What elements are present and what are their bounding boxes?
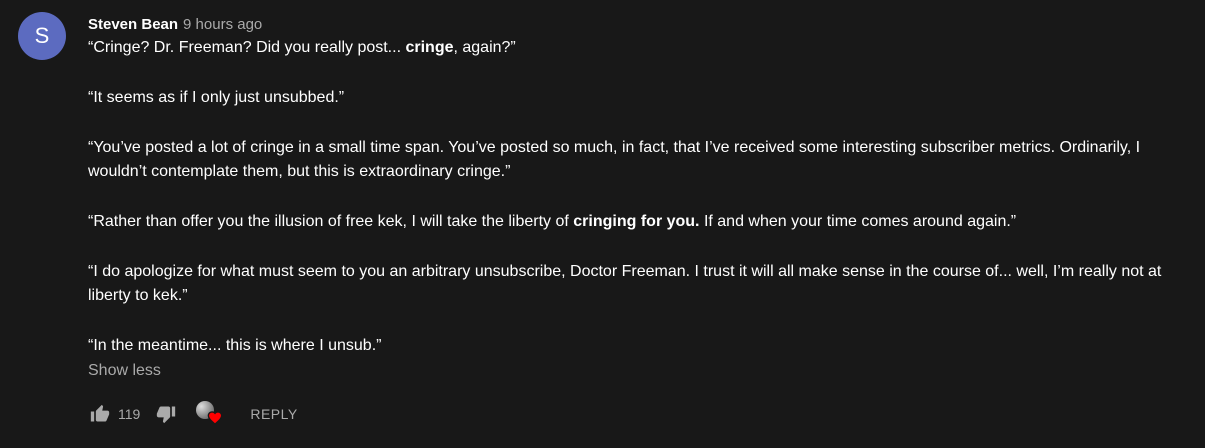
text-run: “Rather than offer you the illusion of f… xyxy=(88,213,574,230)
show-less-button[interactable]: Show less xyxy=(88,360,161,382)
comment-thread: S Steven Bean 9 hours ago “Cringe? Dr. F… xyxy=(18,12,1188,432)
comment-paragraph: “Rather than offer you the illusion of f… xyxy=(88,210,1178,234)
comment-paragraph: “It seems as if I only just unsubbed.” xyxy=(88,86,1178,110)
like-count: 119 xyxy=(118,406,141,422)
like-button[interactable] xyxy=(88,402,112,426)
bold-text: cringing for you. xyxy=(573,213,700,230)
creator-heart-badge xyxy=(196,401,224,427)
avatar-letter: S xyxy=(34,23,50,48)
bold-text: cringe xyxy=(405,39,454,56)
comment-paragraph: “In the meantime... this is where I unsu… xyxy=(88,334,1178,358)
comment-paragraph: “You’ve posted a lot of cringe in a smal… xyxy=(88,136,1178,184)
text-run: “You’ve posted a lot of cringe in a smal… xyxy=(88,139,1141,180)
comment-text: “Cringe? Dr. Freeman? Did you really pos… xyxy=(88,36,1178,358)
text-run: “In the meantime... this is where I unsu… xyxy=(88,337,382,354)
comment-header: Steven Bean 9 hours ago xyxy=(88,12,1178,36)
comment-timestamp[interactable]: 9 hours ago xyxy=(183,16,262,33)
text-run: “It seems as if I only just unsubbed.” xyxy=(88,89,345,106)
creator-heart-icon xyxy=(207,411,223,425)
dislike-button[interactable] xyxy=(154,402,178,426)
text-run: “Cringe? Dr. Freeman? Did you really pos… xyxy=(88,39,406,56)
comment-body: Steven Bean 9 hours ago “Cringe? Dr. Fre… xyxy=(88,12,1178,432)
reply-button[interactable]: REPLY xyxy=(250,406,297,422)
avatar[interactable]: S xyxy=(18,12,66,60)
thumbs-up-icon xyxy=(90,404,110,422)
text-run: , again?” xyxy=(453,39,516,56)
comment-paragraph: “Cringe? Dr. Freeman? Did you really pos… xyxy=(88,36,1178,60)
thumbs-down-icon xyxy=(157,406,176,424)
text-run: If and when your time comes around again… xyxy=(699,213,1017,230)
comment-toolbar: 119 REPLY xyxy=(88,396,1178,432)
text-run: “I do apologize for what must seem to yo… xyxy=(88,263,1162,304)
comment-paragraph: “I do apologize for what must seem to yo… xyxy=(88,260,1178,308)
author-name[interactable]: Steven Bean xyxy=(88,16,178,33)
